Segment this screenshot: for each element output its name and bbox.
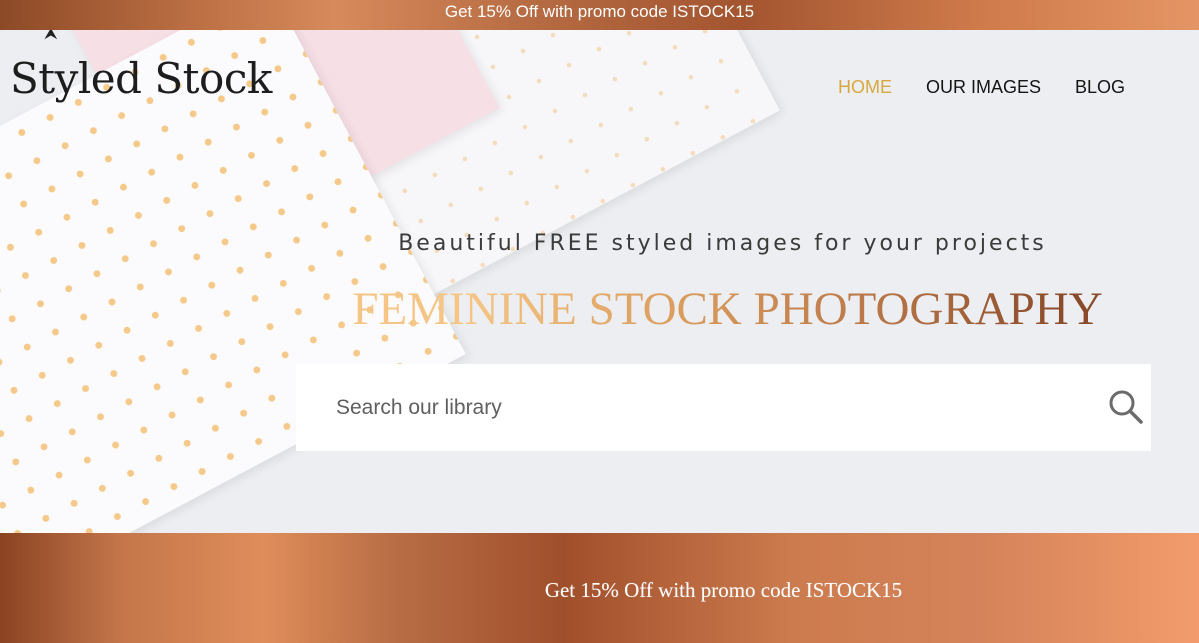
nav-item-our-images[interactable]: OUR IMAGES (926, 77, 1041, 98)
main-nav: HOME OUR IMAGES BLOG (838, 77, 1125, 98)
nav-item-home[interactable]: HOME (838, 77, 892, 98)
search-input[interactable] (296, 364, 1056, 451)
site-logo[interactable]: Styled Stock (10, 54, 272, 103)
hero-headline: FEMININE STOCK PHOTOGRAPHY (300, 282, 1155, 336)
hero-section: ⮝ Styled Stock HOME OUR IMAGES BLOG Beau… (0, 30, 1199, 533)
promo-banner-bottom-text: Get 15% Off with promo code ISTOCK15 (544, 578, 903, 602)
promo-banner-top: Get 15% Off with promo code ISTOCK15 (0, 0, 1199, 30)
hero-tagline: Beautiful FREE styled images for your pr… (398, 231, 1047, 256)
mouse-cursor-icon: ⮝ (44, 30, 58, 43)
nav-item-blog[interactable]: BLOG (1075, 77, 1125, 98)
search-box (296, 364, 1151, 451)
promo-banner-bottom: Get 15% Off with promo code ISTOCK15 (0, 533, 1199, 643)
search-icon[interactable] (1107, 388, 1145, 426)
promo-banner-top-text: Get 15% Off with promo code ISTOCK15 (444, 2, 755, 21)
